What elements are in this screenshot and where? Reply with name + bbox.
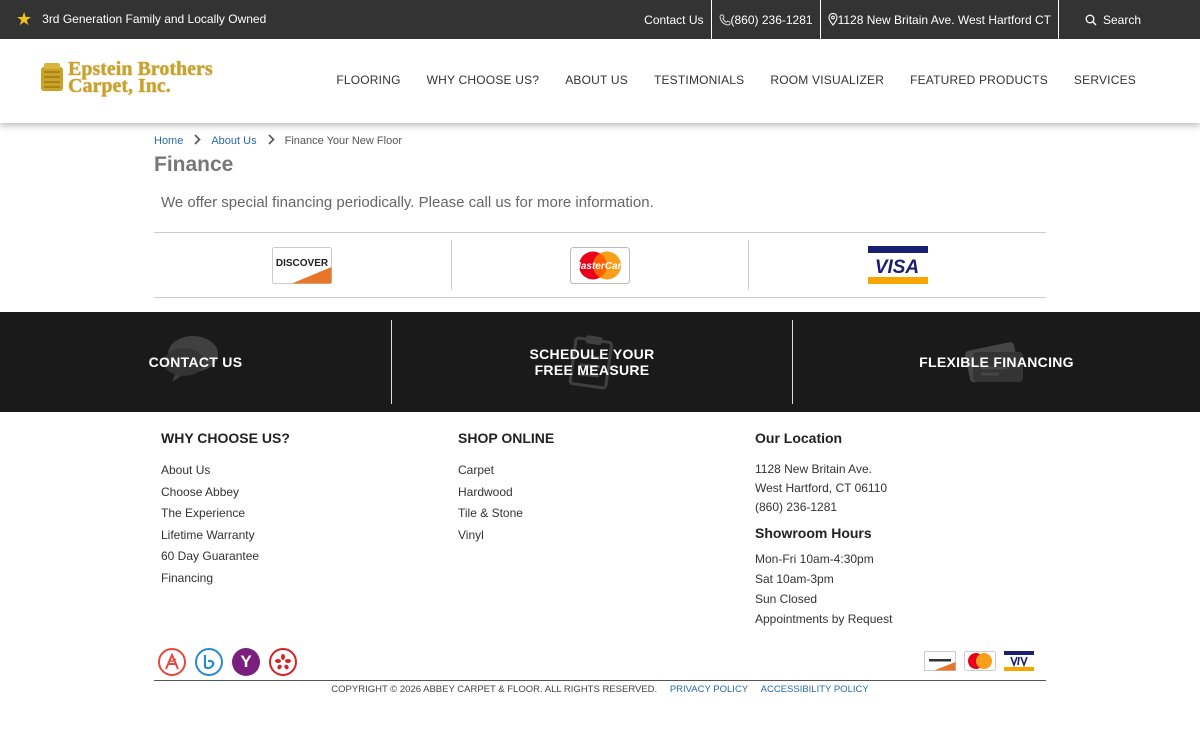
accessibility-policy-link[interactable]: ACCESSIBILITY POLICY [761,684,869,695]
footer-link-60-day-guarantee[interactable]: 60 Day Guarantee [161,546,290,568]
footer-hours: Mon-Fri 10am-4:30pm Sat 10am-3pm Sun Clo… [755,549,892,629]
footer-shop-title: SHOP ONLINE [458,430,555,446]
yelp-icon[interactable] [269,648,297,676]
mastercard-card: MasterCard [450,240,749,290]
footer-link-carpet[interactable]: Carpet [458,460,554,482]
footer-why-title: WHY CHOOSE US? [161,430,290,446]
footer-payment-icons [924,651,1034,671]
nav-testimonials[interactable]: TESTIMONIALS [654,73,744,87]
search-button[interactable]: Search [1058,0,1200,39]
footer-link-hardwood[interactable]: Hardwood [458,482,554,504]
contact-us-label: Contact Us [644,12,704,27]
map-pin-icon [828,13,838,26]
cta-band: CONTACT US SCHEDULE YOUR FREE MEASURE FL… [0,312,1200,412]
schedule-measure-line-2: FREE MEASURE [534,362,650,378]
page-title: Finance [154,153,234,176]
top-links: Contact Us (860) 236-1281 1128 New Brita… [637,0,1200,39]
nav-featured-products[interactable]: FEATURED PRODUCTS [910,73,1048,87]
visa-card-icon: VISA [867,246,928,284]
footer-divider [154,680,1046,681]
flexible-financing-cta[interactable]: FLEXIBLE FINANCING [793,312,1200,412]
top-bar: ★ 3rd Generation Family and Locally Owne… [0,0,1200,39]
site-logo[interactable]: Epstein Brothers Carpet, Inc. [38,59,213,97]
discover-card-icon: DISCOVER [272,246,333,284]
phone-icon [719,14,730,25]
footer-phone[interactable]: (860) 236-1281 [755,498,892,517]
copyright-text: COPYRIGHT © 2026 ABBEY CARPET & FLOOR. A… [331,684,658,695]
chevron-right-icon [267,134,275,148]
footer-link-tile-stone[interactable]: Tile & Stone [458,503,554,525]
schedule-measure-cta[interactable]: SCHEDULE YOUR FREE MEASURE [392,312,792,412]
discover-mini-icon [924,651,956,671]
footer-address: 1128 New Britain Ave. West Hartford, CT … [755,460,892,517]
tagline: ★ 3rd Generation Family and Locally Owne… [16,9,267,29]
discover-card: DISCOVER [154,240,451,290]
visa-card: VISA [748,240,1046,290]
nav-flooring[interactable]: FLOORING [336,73,400,87]
contact-us-link[interactable]: Contact Us [637,0,710,39]
footer-link-about-us[interactable]: About Us [161,460,290,482]
bing-icon[interactable] [195,648,223,676]
address-label: 1128 New Britain Ave. West Hartford CT [837,12,1051,27]
breadcrumb-home[interactable]: Home [154,135,183,147]
footer-location-column: Our Location 1128 New Britain Ave. West … [755,430,892,629]
yahoo-icon-letter: Y [240,652,252,671]
main-nav: FLOORING WHY CHOOSE US? ABOUT US TESTIMO… [310,73,1136,87]
footer-hours-sunday: Sun Closed [755,592,818,606]
nav-why-choose-us[interactable]: WHY CHOOSE US? [427,73,540,87]
footer-link-lifetime-warranty[interactable]: Lifetime Warranty [161,525,290,547]
footer-why-column: WHY CHOOSE US? About Us Choose Abbey The… [161,430,290,589]
search-label: Search [1103,12,1142,27]
logo-text: Epstein Brothers Carpet, Inc. [68,59,213,97]
copyright-bar: COPYRIGHT © 2026 ABBEY CARPET & FLOOR. A… [0,684,1200,695]
finance-intro: We offer special financing periodically.… [161,194,654,211]
site-header: Epstein Brothers Carpet, Inc. FLOORING W… [0,39,1200,123]
contact-us-cta-label: CONTACT US [148,354,243,370]
tagline-text: 3rd Generation Family and Locally Owned [42,12,267,26]
schedule-measure-line-1: SCHEDULE YOUR [529,346,655,362]
address-link[interactable]: 1128 New Britain Ave. West Hartford CT [819,0,1058,39]
nav-about-us[interactable]: ABOUT US [565,73,628,87]
nav-room-visualizer[interactable]: ROOM VISUALIZER [770,73,884,87]
footer-link-the-experience[interactable]: The Experience [161,503,290,525]
yahoo-icon[interactable]: Y [232,648,260,676]
payment-cards-row: DISCOVER MasterCard VISA [154,232,1046,298]
footer-location-title: Our Location [755,430,843,446]
privacy-policy-link[interactable]: PRIVACY POLICY [670,684,748,695]
logo-emblem-icon [41,63,63,91]
flexible-financing-cta-label: FLEXIBLE FINANCING [919,354,1074,370]
footer-link-vinyl[interactable]: Vinyl [458,525,554,547]
visa-mini-icon [1004,651,1034,671]
discover-card-label: DISCOVER [276,258,329,269]
phone-label: (860) 236-1281 [730,12,813,27]
footer-address-line-2: West Hartford, CT 06110 [755,481,888,495]
footer-hours-weekday: Mon-Fri 10am-4:30pm [755,552,874,566]
mastercard-card-label: MasterCard [572,261,628,272]
visa-card-label: VISA [874,257,918,278]
abbey-review-icon[interactable] [158,648,186,676]
mastercard-card-icon: MasterCard [570,246,630,284]
phone-link[interactable]: (860) 236-1281 [710,0,820,39]
mastercard-mini-icon [964,651,996,671]
footer-hours-title: Showroom Hours [755,525,872,541]
footer-link-choose-abbey[interactable]: Choose Abbey [161,482,290,504]
chevron-right-icon [193,134,201,148]
breadcrumb-current: Finance Your New Floor [284,135,402,147]
logo-line-2: Carpet, Inc. [68,75,171,97]
nav-services[interactable]: SERVICES [1074,73,1136,87]
footer-shop-column: SHOP ONLINE Carpet Hardwood Tile & Stone… [458,430,554,546]
search-icon [1085,14,1097,25]
star-icon: ★ [16,9,33,29]
footer-hours-appointments: Appointments by Request [755,612,893,626]
footer-address-line-1: 1128 New Britain Ave. [755,462,872,476]
footer-link-financing[interactable]: Financing [161,568,290,590]
contact-us-cta[interactable]: CONTACT US [0,312,391,412]
social-links: Y [158,648,297,676]
schedule-measure-cta-label: SCHEDULE YOUR FREE MEASURE [530,346,655,378]
footer-hours-saturday: Sat 10am-3pm [755,572,834,586]
breadcrumb: Home About Us Finance Your New Floor [154,134,402,148]
breadcrumb-about[interactable]: About Us [211,135,256,147]
